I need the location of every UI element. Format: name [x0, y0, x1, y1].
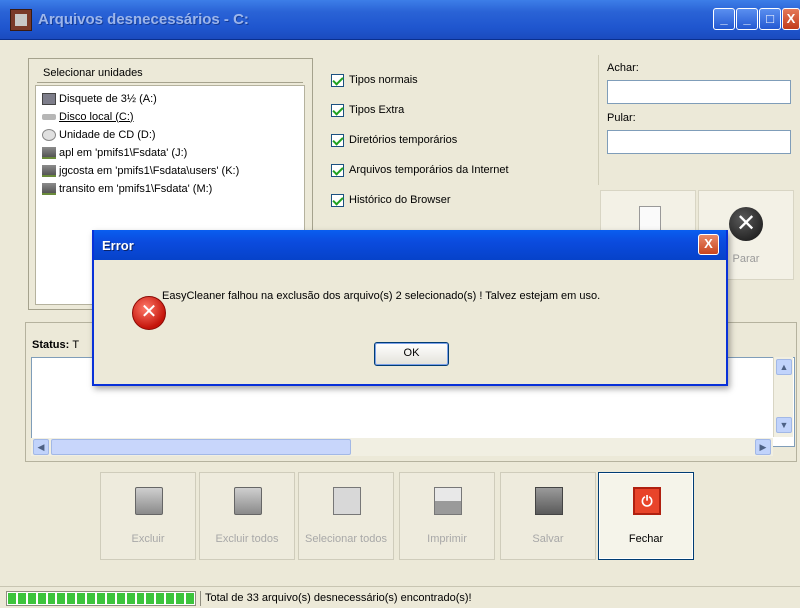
scroll-left-icon[interactable]: ◀ [33, 439, 49, 455]
option-label: Diretórios temporários [349, 134, 458, 146]
delete-button[interactable]: Excluir [100, 472, 196, 560]
drive-label: apl em 'pmifs1\Fsdata' (J:) [59, 146, 188, 159]
scroll-up-icon[interactable]: ▲ [776, 359, 792, 375]
checkbox-checked-icon[interactable] [331, 193, 344, 207]
drive-label: Unidade de CD (D:) [59, 128, 156, 141]
save-button[interactable]: Salvar [500, 472, 596, 560]
dialog-close-button[interactable]: X [698, 234, 719, 255]
option-label: Arquivos temporários da Internet [349, 164, 509, 176]
checkbox-checked-icon[interactable] [331, 73, 344, 87]
scroll-right-icon[interactable]: ▶ [755, 439, 771, 455]
scroll-down-icon[interactable]: ▼ [776, 417, 792, 433]
minimize-to-tray-button[interactable]: _ [713, 8, 735, 30]
select-all-icon [333, 487, 361, 515]
printer-icon [434, 487, 462, 515]
delete-all-icon [234, 487, 262, 515]
skip-input[interactable] [607, 130, 791, 154]
drive-item-a[interactable]: Disquete de 3½ (A:) [42, 90, 157, 107]
error-icon: ✕ [132, 296, 166, 330]
checkbox-checked-icon[interactable] [331, 163, 344, 177]
drive-item-m[interactable]: transito em 'pmifs1\Fsdata' (M:) [42, 180, 212, 197]
drive-item-c[interactable]: Disco local (C:) [42, 108, 134, 125]
option-label: Tipos normais [349, 74, 418, 86]
delete-folder-icon [135, 487, 163, 515]
find-input[interactable] [607, 80, 791, 104]
window-titlebar[interactable]: Arquivos desnecessários - C: _ _ □ X [0, 0, 800, 40]
option-label: Tipos Extra [349, 104, 405, 116]
drives-header[interactable]: Selecionar unidades [37, 65, 303, 83]
status-value: T [72, 339, 80, 351]
close-button-label: Fechar [628, 533, 664, 545]
progress-bar [6, 591, 196, 606]
save-button-label: Salvar [532, 533, 564, 545]
horizontal-scrollbar[interactable]: ◀ ▶ [31, 438, 773, 456]
window-title: Arquivos desnecessários - C: [38, 11, 249, 28]
delete-all-button-label: Excluir todos [215, 533, 279, 545]
drive-label: Disco local (C:) [59, 110, 134, 123]
select-all-button[interactable]: Selecionar todos [298, 472, 394, 560]
option-internet-temp-files[interactable]: Arquivos temporários da Internet [331, 162, 509, 178]
stop-icon: ✕ [729, 207, 763, 241]
select-all-button-label: Selecionar todos [305, 533, 387, 545]
ok-button[interactable]: OK [374, 342, 449, 366]
network-drive-icon [42, 164, 56, 177]
drive-item-k[interactable]: jgcosta em 'pmifs1\Fsdata\users' (K:) [42, 162, 239, 179]
drive-label: Disquete de 3½ (A:) [59, 92, 157, 105]
drive-item-j[interactable]: apl em 'pmifs1\Fsdata' (J:) [42, 144, 187, 161]
maximize-button[interactable]: □ [759, 8, 781, 30]
vertical-scrollbar[interactable]: ▲ ▼ [773, 357, 793, 437]
skip-label: Pular: [607, 112, 636, 124]
error-dialog: Error X ✕ EasyCleaner falhou na exclusão… [92, 230, 728, 386]
cd-drive-icon [42, 128, 56, 141]
option-normal-types[interactable]: Tipos normais [331, 72, 418, 88]
scroll-thumb[interactable] [51, 439, 351, 455]
drive-label: transito em 'pmifs1\Fsdata' (M:) [59, 182, 213, 195]
power-icon: ⏻ [633, 487, 661, 515]
dialog-title: Error [102, 238, 134, 253]
option-label: Histórico do Browser [349, 194, 451, 206]
floppy-icon [42, 92, 56, 105]
drive-label: jgcosta em 'pmifs1\Fsdata\users' (K:) [59, 164, 240, 177]
delete-all-button[interactable]: Excluir todos [199, 472, 295, 560]
checkbox-checked-icon[interactable] [331, 103, 344, 117]
status-title: Status: [32, 339, 70, 351]
option-extra-types[interactable]: Tipos Extra [331, 102, 404, 118]
checkbox-checked-icon[interactable] [331, 133, 344, 147]
drive-item-d[interactable]: Unidade de CD (D:) [42, 126, 156, 143]
option-temp-dirs[interactable]: Diretórios temporários [331, 132, 457, 148]
close-window-button[interactable]: X [782, 8, 800, 30]
delete-button-label: Excluir [131, 533, 165, 545]
dialog-message: EasyCleaner falhou na exclusão dos arqui… [162, 290, 601, 302]
network-drive-icon [42, 182, 56, 195]
status-bar-text: Total de 33 arquivo(s) desnecessário(s) … [200, 591, 472, 606]
print-button-label: Imprimir [427, 533, 467, 545]
status-bar: Total de 33 arquivo(s) desnecessário(s) … [0, 586, 800, 608]
network-drive-icon [42, 146, 56, 159]
drives-header-label: Selecionar unidades [43, 67, 143, 79]
dialog-titlebar[interactable]: Error X [94, 230, 726, 260]
close-button[interactable]: ⏻ Fechar [598, 472, 694, 560]
hard-disk-icon [42, 113, 56, 120]
option-browser-history[interactable]: Histórico do Browser [331, 192, 450, 208]
print-button[interactable]: Imprimir [399, 472, 495, 560]
save-icon [535, 487, 563, 515]
find-label: Achar: [607, 62, 639, 74]
app-icon [10, 9, 32, 31]
status-label: Status: T [32, 339, 79, 351]
minimize-button[interactable]: _ [736, 8, 758, 30]
